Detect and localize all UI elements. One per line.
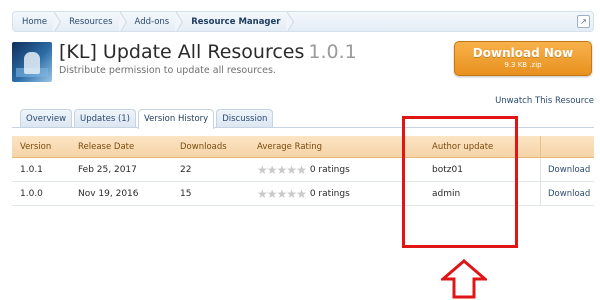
download-link[interactable]: Download: [548, 189, 590, 199]
breadcrumb-home[interactable]: Home: [13, 12, 62, 31]
download-size: 9.3 KB .zip: [504, 61, 542, 69]
up-arrow-icon: [441, 259, 487, 299]
expand-icon[interactable]: ↗: [577, 15, 590, 28]
breadcrumb-resource-manager[interactable]: Resource Manager: [183, 12, 295, 31]
resource-version: 1.0.1: [308, 41, 357, 63]
star-icon: ★: [286, 163, 297, 177]
resource-tagline: Distribute permission to update all reso…: [59, 65, 276, 76]
breadcrumb-resources[interactable]: Resources: [61, 12, 127, 31]
unwatch-link[interactable]: Unwatch This Resource: [495, 96, 594, 106]
download-link[interactable]: Download: [548, 165, 590, 175]
star-icon: ★: [286, 187, 297, 201]
star-icon: ★: [257, 163, 268, 177]
header-average-rating: Average Rating: [257, 142, 323, 152]
cell-version: 1.0.0: [20, 189, 43, 199]
tab-version-history[interactable]: Version History: [138, 109, 215, 129]
download-now-label: Download Now: [472, 46, 574, 60]
breadcrumb: Home Resources Add-ons Resource Manager …: [12, 11, 594, 32]
rating-stars: ★ ★ ★ ★ ★ 0 ratings: [257, 188, 350, 200]
resource-title: [KL] Update All Resources: [59, 41, 305, 63]
cell-version: 1.0.1: [20, 165, 43, 175]
cell-downloads: 15: [180, 189, 192, 199]
header-version: Version: [20, 142, 52, 152]
star-icon: ★: [266, 163, 278, 177]
star-icon: ★: [296, 163, 307, 177]
star-icon: ★: [266, 187, 278, 201]
breadcrumb-add-ons[interactable]: Add-ons: [127, 12, 184, 31]
resource-tabs: Overview Updates (1) Version History Dis…: [20, 109, 274, 129]
page-title: [KL] Update All Resources 1.0.1: [59, 41, 357, 63]
star-icon: ★: [276, 163, 288, 177]
download-now-button[interactable]: Download Now 9.3 KB .zip: [454, 41, 592, 76]
cell-release-date: Feb 25, 2017: [78, 165, 137, 175]
cell-downloads: 22: [180, 165, 192, 175]
header-release-date: Release Date: [78, 142, 135, 152]
cell-release-date: Nov 19, 2016: [78, 189, 139, 199]
tab-updates[interactable]: Updates (1): [74, 109, 136, 128]
rating-count: 0 ratings: [309, 189, 350, 199]
resource-thumbnail: [12, 42, 52, 82]
star-icon: ★: [296, 187, 307, 201]
highlight-box: [402, 116, 518, 248]
rating-stars: ★ ★ ★ ★ ★ 0 ratings: [257, 164, 350, 176]
resource-page: Home Resources Add-ons Resource Manager …: [0, 0, 600, 300]
star-icon: ★: [257, 187, 268, 201]
tab-overview[interactable]: Overview: [20, 109, 73, 128]
star-icon: ★: [276, 187, 288, 201]
tab-discussion[interactable]: Discussion: [216, 109, 274, 128]
rating-count: 0 ratings: [309, 165, 350, 175]
header-downloads: Downloads: [180, 142, 227, 152]
